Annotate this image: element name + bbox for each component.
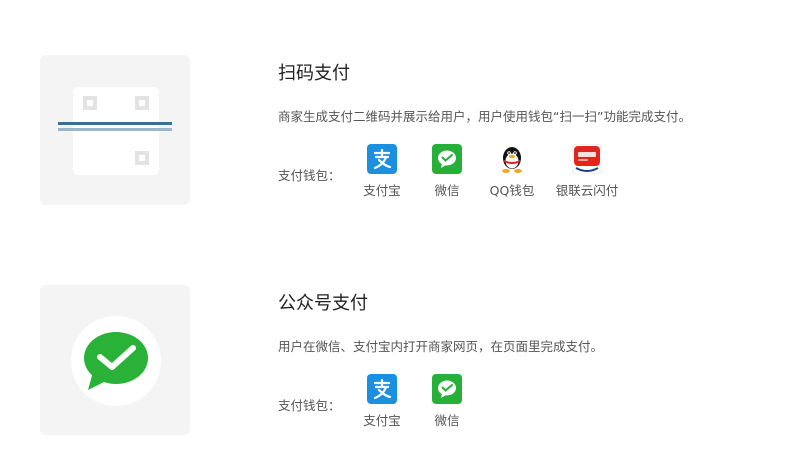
method-title: 公众号支付: [278, 293, 368, 314]
wallet-qq: QQ钱包: [472, 144, 552, 200]
payment-method-official-account: 公众号支付 用户在微信、支付宝内打开商家网页，在页面里完成支付。 支付钱包： 支…: [0, 285, 799, 435]
wallet-label: 支付钱包：: [278, 398, 341, 413]
alipay-icon: [367, 374, 397, 404]
qr-scan-illustration: [40, 55, 190, 205]
wallet-wechat: 微信: [407, 374, 487, 430]
method-title: 扫码支付: [278, 63, 350, 84]
qq-penguin-icon: [497, 144, 527, 174]
method-description: 商家生成支付二维码并展示给用户，用户使用钱包“扫一扫”功能完成支付。: [278, 109, 691, 124]
wechat-pay-illustration: [40, 285, 190, 435]
scan-line: [58, 122, 172, 125]
qr-finder-mark: [135, 151, 149, 165]
wechat-icon: [432, 144, 462, 174]
wallet-name: 微信: [434, 413, 460, 428]
wallet-name: QQ钱包: [489, 183, 535, 198]
qr-scan-icon: [73, 87, 159, 175]
payment-method-qr: 扫码支付 商家生成支付二维码并展示给用户，用户使用钱包“扫一扫”功能完成支付。 …: [0, 55, 799, 205]
wechat-pay-icon: [71, 316, 161, 406]
wallet-unionpay: 银联云闪付: [547, 144, 627, 200]
unionpay-cloud-quickpass-icon: [572, 144, 602, 174]
method-description: 用户在微信、支付宝内打开商家网页，在页面里完成支付。: [278, 339, 604, 354]
qr-finder-mark: [135, 96, 149, 110]
wallet-name: 银联云闪付: [555, 183, 619, 198]
wallet-label: 支付钱包：: [278, 168, 341, 183]
scan-line-shadow: [58, 128, 172, 131]
alipay-icon: [367, 144, 397, 174]
wechat-icon: [432, 374, 462, 404]
qr-finder-mark: [83, 96, 97, 110]
